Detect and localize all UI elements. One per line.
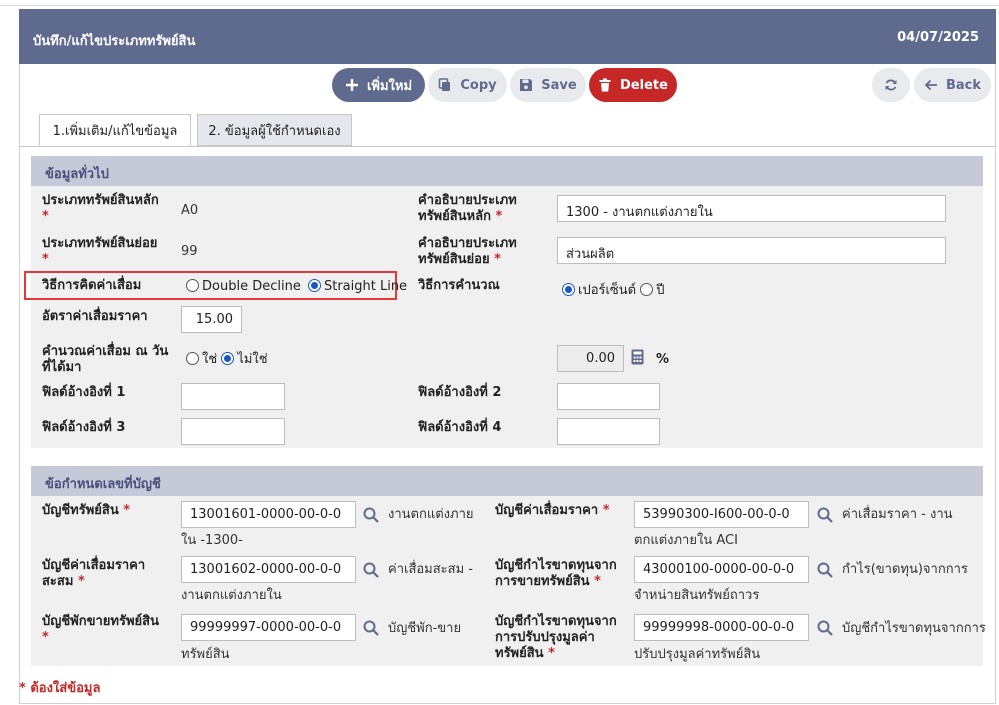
search-icon[interactable] (816, 561, 834, 579)
tab-user-defined[interactable]: 2. ข้อมูลผู้ใช้กำหนดเอง (197, 114, 352, 146)
search-icon[interactable] (362, 506, 380, 524)
depr-method-label: วิธีการคิดค่าเสื่อม (42, 278, 142, 293)
radio-yes[interactable]: ใช่ (186, 352, 217, 367)
gainloss-account-label: บัญชีกำไรขาดทุนจาก การขายทรัพย์สิน * (495, 558, 617, 589)
asset-account-field[interactable]: 13001601-0000-00-0-0 (181, 501, 356, 528)
title-bar: บันทึก/แก้ไขประเภททรัพย์สิน 04/07/2025 (19, 9, 996, 64)
back-button[interactable]: Back (914, 68, 991, 102)
trash-icon (599, 78, 611, 92)
search-icon[interactable] (362, 619, 380, 637)
radio-percent[interactable]: เปอร์เซ็นต์ (562, 283, 636, 298)
asset-account-desc-2: ใน -1300- (181, 533, 243, 548)
header-date: 04/07/2025 (897, 30, 979, 45)
refresh-button[interactable] (872, 68, 910, 102)
rate-field[interactable]: 15.00 (181, 306, 242, 333)
tab-edit-data[interactable]: 1.เพิ่มเติม/แก้ไขข้อมูล (39, 114, 191, 146)
asset-account-label: บัญชีทรัพย์สิน * (42, 503, 131, 518)
save-button[interactable]: Save (510, 68, 586, 102)
radio-off-icon (640, 283, 654, 296)
search-icon[interactable] (816, 506, 834, 524)
accum-depr-account-desc-1: ค่าเสื่อมสะสม - (388, 562, 473, 577)
page-title: บันทึก/แก้ไขประเภททรัพย์สิน (33, 34, 196, 49)
main-desc-label: คำอธิบายประเภท ทรัพย์สินหลัก * (418, 193, 517, 224)
suspense-account-field[interactable]: 99999997-0000-00-0-0 (181, 614, 356, 641)
accounts-section-heading: ข้อกำหนดเลขที่บัญชี (31, 466, 983, 496)
general-section-heading: ข้อมูลทั่วไป (31, 156, 983, 186)
top-border (0, 5, 999, 6)
search-icon[interactable] (362, 561, 380, 579)
copy-label: Copy (460, 77, 497, 93)
depr-account-desc-2: ตกแต่งภายใน ACI (634, 533, 738, 548)
calc-on-date-label: คำนวณค่าเสื่อม ณ วัน ที่ได้มา (42, 344, 169, 375)
calc-method-radio-group: เปอร์เซ็นต์ ปี (562, 279, 665, 300)
suspense-account-desc-2: ทรัพย์สิน (181, 647, 230, 662)
reval-account-desc-2: ปรับปรุงมูลค่าทรัพย์สิน (634, 647, 761, 662)
sub-desc-field[interactable]: ส่วนผลิต (557, 237, 946, 264)
ref2-label: ฟิลด์อ้างอิงที่ 2 (418, 385, 502, 400)
depr-account-label: บัญชีค่าเสื่อมราคา * (495, 503, 610, 518)
asset-account-desc-1: งานตกแต่งภาย (388, 507, 474, 522)
search-icon[interactable] (816, 619, 834, 637)
copy-button[interactable]: Copy (428, 68, 507, 102)
depr-method-radio-group: Double Decline Straight Line (186, 279, 407, 294)
sub-type-label: ประเภททรัพย์สินย่อย * (42, 236, 158, 267)
percent-field[interactable]: 0.00 (557, 345, 624, 372)
ref3-field[interactable] (181, 418, 285, 445)
radio-on-icon (307, 279, 321, 292)
radio-year[interactable]: ปี (640, 283, 665, 298)
save-label: Save (541, 77, 577, 93)
copy-icon (439, 78, 451, 91)
sub-type-value: 99 (181, 244, 198, 259)
gainloss-account-field[interactable]: 43000100-0000-00-0-0 (634, 556, 809, 583)
accum-depr-account-label: บัญชีค่าเสื่อมราคา สะสม * (42, 558, 146, 589)
accum-depr-account-field[interactable]: 13001602-0000-00-0-0 (181, 556, 356, 583)
arrow-left-icon (924, 79, 937, 91)
refresh-icon (885, 79, 897, 91)
reval-account-desc-1: บัญชีกำไรขาดทุนจากการ (842, 621, 986, 636)
floppy-disk-icon (520, 79, 533, 91)
depr-account-field[interactable]: 53990300-I600-00-0-0 (634, 501, 809, 528)
ref1-field[interactable] (181, 383, 285, 410)
calc-method-label: วิธีการคำนวณ (418, 278, 500, 293)
reval-account-label: บัญชีกำไรขาดทุนจาก การปรับปรุงมูลค่า ทรัพย… (495, 614, 617, 661)
rate-label: อัตราค่าเสื่อมราคา (42, 309, 148, 324)
add-new-button[interactable]: เพิ่มใหม่ (332, 68, 425, 102)
percent-unit: % (656, 352, 670, 367)
suspense-account-label: บัญชีพักขายทรัพย์สิน * (42, 614, 159, 645)
required-note: * ต้องใส่ข้อมูล (19, 681, 101, 696)
radio-no[interactable]: ไม่ใช่ (221, 352, 268, 367)
radio-off-icon (186, 279, 199, 292)
ref4-field[interactable] (557, 418, 660, 445)
delete-label: Delete (620, 77, 668, 93)
suspense-account-desc-1: บัญชีพัก-ขาย (388, 621, 462, 636)
delete-button[interactable]: Delete (589, 68, 677, 102)
radio-off-icon (186, 352, 199, 365)
ref3-label: ฟิลด์อ้างอิงที่ 3 (42, 420, 126, 435)
radio-on-icon (221, 352, 235, 365)
calc-on-date-radio-group: ใช่ ไม่ใช่ (186, 348, 268, 369)
gainloss-account-desc-2: จำหน่ายสินทรัพย์ถาวร (634, 588, 760, 603)
depr-account-desc-1: ค่าเสื่อมราคา - งาน (842, 507, 953, 522)
ref1-label: ฟิลด์อ้างอิงที่ 1 (42, 385, 126, 400)
gainloss-account-desc-1: กำไร(ขาดทุน)จากการ (842, 562, 968, 577)
ref4-label: ฟิลด์อ้างอิงที่ 4 (418, 420, 502, 435)
back-label: Back (945, 77, 982, 93)
radio-double-decline[interactable]: Double Decline (186, 279, 301, 294)
tab-divider (19, 146, 996, 147)
radio-on-icon (562, 283, 575, 296)
main-type-label: ประเภททรัพย์สินหลัก * (42, 193, 159, 224)
main-type-value: A0 (181, 203, 199, 218)
accum-depr-account-desc-2: งานตกแต่งภายใน (181, 588, 282, 603)
ref2-field[interactable] (557, 383, 660, 410)
sub-desc-label: คำอธิบายประเภท ทรัพย์สินย่อย * (418, 236, 517, 267)
plus-icon (345, 79, 358, 91)
calculator-icon[interactable] (631, 349, 644, 365)
add-new-label: เพิ่มใหม่ (366, 78, 413, 94)
radio-straight-line[interactable]: Straight Line (307, 279, 407, 294)
reval-account-field[interactable]: 99999998-0000-00-0-0 (634, 614, 809, 641)
main-desc-field[interactable]: 1300 - งานตกแต่งภายใน (557, 195, 946, 222)
